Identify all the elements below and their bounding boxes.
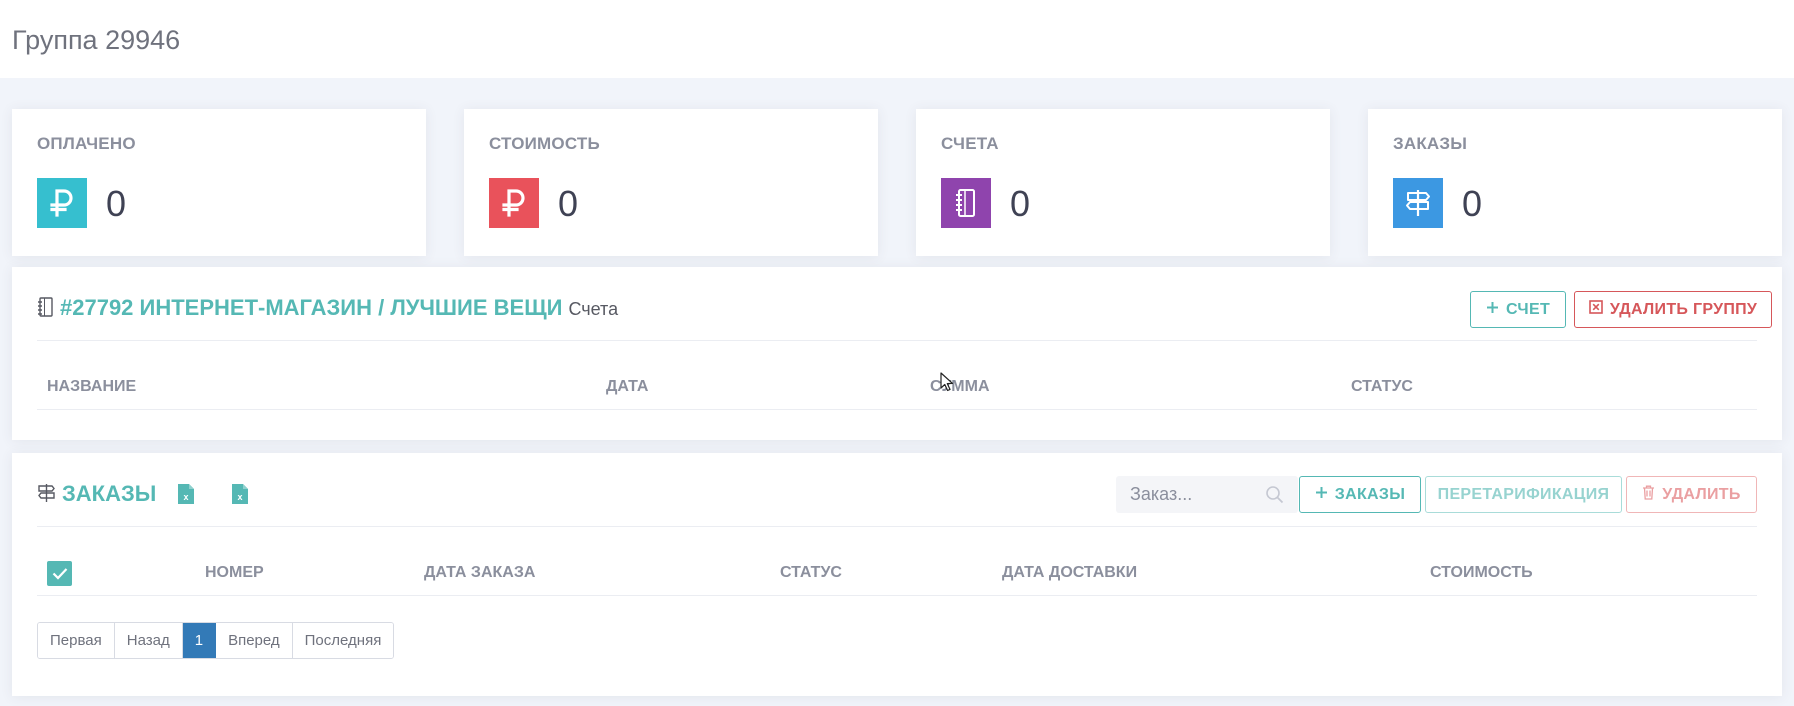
- column-header-date[interactable]: ДАТА: [606, 378, 648, 396]
- column-header-cost[interactable]: СТОИМОСТЬ: [1430, 564, 1533, 582]
- column-header-name[interactable]: НАЗВАНИЕ: [47, 378, 136, 396]
- ruble-icon: [37, 178, 87, 228]
- stat-card-orders: ЗАКАЗЫ 0: [1368, 109, 1782, 256]
- stat-value: 0: [106, 183, 127, 224]
- stat-card-paid: ОПЛАЧЕНО 0: [12, 109, 426, 256]
- svg-text:x: x: [183, 492, 188, 502]
- add-orders-label: ЗАКАЗЫ: [1334, 485, 1406, 503]
- orders-panel-head: ЗАКАЗЫ x x ЗАКАЗЫ ПЕРЕТАРИФИКАЦИЯ: [37, 453, 1757, 527]
- retariff-label: ПЕРЕТАРИФИКАЦИЯ: [1437, 485, 1610, 503]
- column-header-order-date[interactable]: ДАТА ЗАКАЗА: [424, 564, 535, 582]
- orders-panel: ЗАКАЗЫ x x ЗАКАЗЫ ПЕРЕТАРИФИКАЦИЯ: [12, 453, 1782, 696]
- signpost-icon: [37, 483, 56, 508]
- search-icon[interactable]: [1265, 485, 1284, 509]
- column-header-sum[interactable]: СУММА: [930, 378, 990, 396]
- stat-card-cost: СТОИМОСТЬ 0: [464, 109, 878, 256]
- close-box-icon: [1589, 300, 1603, 319]
- column-header-status[interactable]: СТАТУС: [780, 564, 842, 582]
- stat-label: ЗАКАЗЫ: [1393, 134, 1468, 153]
- invoices-subtitle: Счета: [568, 299, 619, 319]
- trash-icon: [1642, 485, 1655, 505]
- excel-export-icon[interactable]: x: [177, 483, 195, 505]
- stat-card-invoices: СЧЕТА 0: [916, 109, 1330, 256]
- delete-orders-label: УДАЛИТЬ: [1662, 485, 1741, 503]
- orders-title-text: ЗАКАЗЫ: [62, 481, 157, 506]
- divider: [37, 409, 1757, 410]
- invoices-title: #27792 ИНТЕРНЕТ-МАГАЗИН / ЛУЧШИЕ ВЕЩИ Сч…: [37, 295, 618, 321]
- invoices-title-text[interactable]: #27792 ИНТЕРНЕТ-МАГАЗИН / ЛУЧШИЕ ВЕЩИ: [60, 295, 562, 321]
- page-first[interactable]: Первая: [38, 623, 115, 658]
- delete-orders-button[interactable]: УДАЛИТЬ: [1626, 476, 1757, 513]
- stat-value: 0: [1010, 183, 1031, 224]
- order-search-input[interactable]: [1116, 476, 1266, 513]
- plus-icon: [1486, 301, 1499, 319]
- ruble-icon: [489, 178, 539, 228]
- orders-title: ЗАКАЗЫ: [37, 481, 156, 507]
- stat-label: СТОИМОСТЬ: [489, 134, 600, 153]
- page-title: Группа 29946: [12, 25, 181, 55]
- stat-label: СЧЕТА: [941, 134, 999, 153]
- svg-text:x: x: [237, 492, 242, 502]
- plus-icon: [1315, 486, 1328, 504]
- column-header-status[interactable]: СТАТУС: [1351, 378, 1413, 396]
- signpost-icon: [1393, 178, 1443, 228]
- delete-group-button[interactable]: УДАЛИТЬ ГРУППУ: [1574, 291, 1772, 328]
- divider: [37, 595, 1757, 596]
- mouse-cursor-icon: [940, 372, 954, 397]
- order-search: [1116, 476, 1298, 513]
- delete-group-label: УДАЛИТЬ ГРУППУ: [1609, 300, 1758, 318]
- add-invoice-button[interactable]: СЧЕТ: [1470, 291, 1566, 328]
- stat-label: ОПЛАЧЕНО: [37, 134, 136, 153]
- invoices-panel-head: #27792 ИНТЕРНЕТ-МАГАЗИН / ЛУЧШИЕ ВЕЩИ Сч…: [37, 267, 1772, 341]
- add-orders-button[interactable]: ЗАКАЗЫ: [1299, 476, 1421, 513]
- page-next[interactable]: Вперед: [216, 623, 293, 658]
- add-invoice-label: СЧЕТ: [1505, 300, 1551, 318]
- page-current[interactable]: 1: [182, 623, 217, 658]
- pagination: Первая Назад 1 Вперед Последняя: [37, 622, 395, 659]
- select-all-checkbox[interactable]: [47, 561, 72, 586]
- retariff-button[interactable]: ПЕРЕТАРИФИКАЦИЯ: [1425, 476, 1622, 513]
- column-header-number[interactable]: НОМЕР: [205, 564, 264, 582]
- page-prev[interactable]: Назад: [114, 623, 183, 658]
- stat-value: 0: [1462, 183, 1483, 224]
- stat-value: 0: [558, 183, 579, 224]
- invoices-panel: #27792 ИНТЕРНЕТ-МАГАЗИН / ЛУЧШИЕ ВЕЩИ Сч…: [12, 267, 1782, 440]
- page-last[interactable]: Последняя: [292, 623, 394, 658]
- column-header-delivery-date[interactable]: ДАТА ДОСТАВКИ: [1002, 564, 1137, 582]
- notebook-icon: [941, 178, 991, 228]
- excel-export-icon[interactable]: x: [231, 483, 249, 505]
- notebook-icon: [37, 297, 54, 322]
- page-header: Группа 29946: [0, 0, 1794, 78]
